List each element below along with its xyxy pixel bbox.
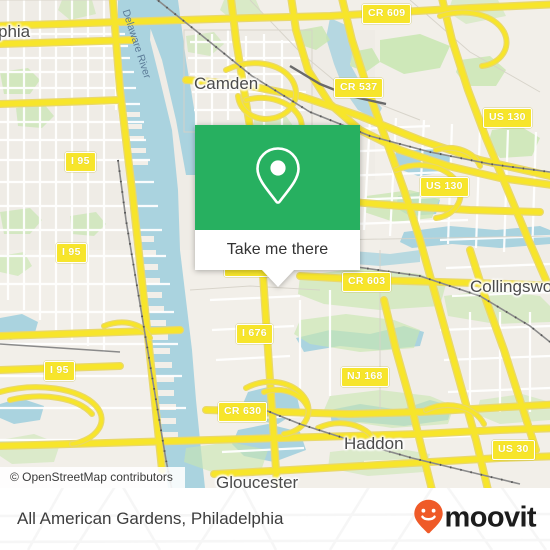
place-label-camden: Camden xyxy=(194,74,259,93)
road-shield-us-130-mid: US 130 xyxy=(420,177,469,197)
map-canvas[interactable]: Delaware River phia Camden Collingswood … xyxy=(0,0,550,488)
moovit-pin-smile-icon xyxy=(413,499,444,540)
place-title: All American Gardens, Philadelphia xyxy=(17,509,284,528)
road-shield-nj-168: NJ 168 xyxy=(341,367,389,387)
road-shield-i-95-south: I 95 xyxy=(44,361,75,381)
osm-attribution[interactable]: © OpenStreetMap contributors xyxy=(0,467,185,488)
road-shield-cr-603-east: CR 603 xyxy=(342,272,392,292)
card-icon-panel xyxy=(195,125,360,230)
take-me-there-button[interactable]: Take me there xyxy=(195,230,360,270)
road-shield-i-676: I 676 xyxy=(236,324,273,344)
road-shield-i-95-mid: I 95 xyxy=(56,243,87,263)
moovit-logo[interactable]: moovit xyxy=(413,499,537,540)
road-shield-us-130-north: US 130 xyxy=(483,108,532,128)
footer-bar: All American Gardens, Philadelphia moovi… xyxy=(0,488,550,550)
road-shield-cr-609: CR 609 xyxy=(362,4,412,24)
moovit-wordmark: moovit xyxy=(444,501,537,534)
road-shield-cr-537: CR 537 xyxy=(334,78,384,98)
map-pin-icon xyxy=(252,144,304,211)
road-shield-cr-630: CR 630 xyxy=(218,402,268,422)
place-label-haddon: Haddon xyxy=(344,434,404,453)
road-shield-i-95-north: I 95 xyxy=(65,152,96,172)
place-label-gloucester: Gloucester xyxy=(216,473,299,488)
card-pointer-tail xyxy=(260,269,295,287)
place-label-collingswood: Collingswood xyxy=(470,277,550,296)
moovit-map-screenshot: Delaware River phia Camden Collingswood … xyxy=(0,0,550,550)
take-me-there-card[interactable]: Take me there xyxy=(195,125,360,287)
road-shield-us-30: US 30 xyxy=(492,440,535,460)
place-label-philadelphia: phia xyxy=(0,22,31,41)
